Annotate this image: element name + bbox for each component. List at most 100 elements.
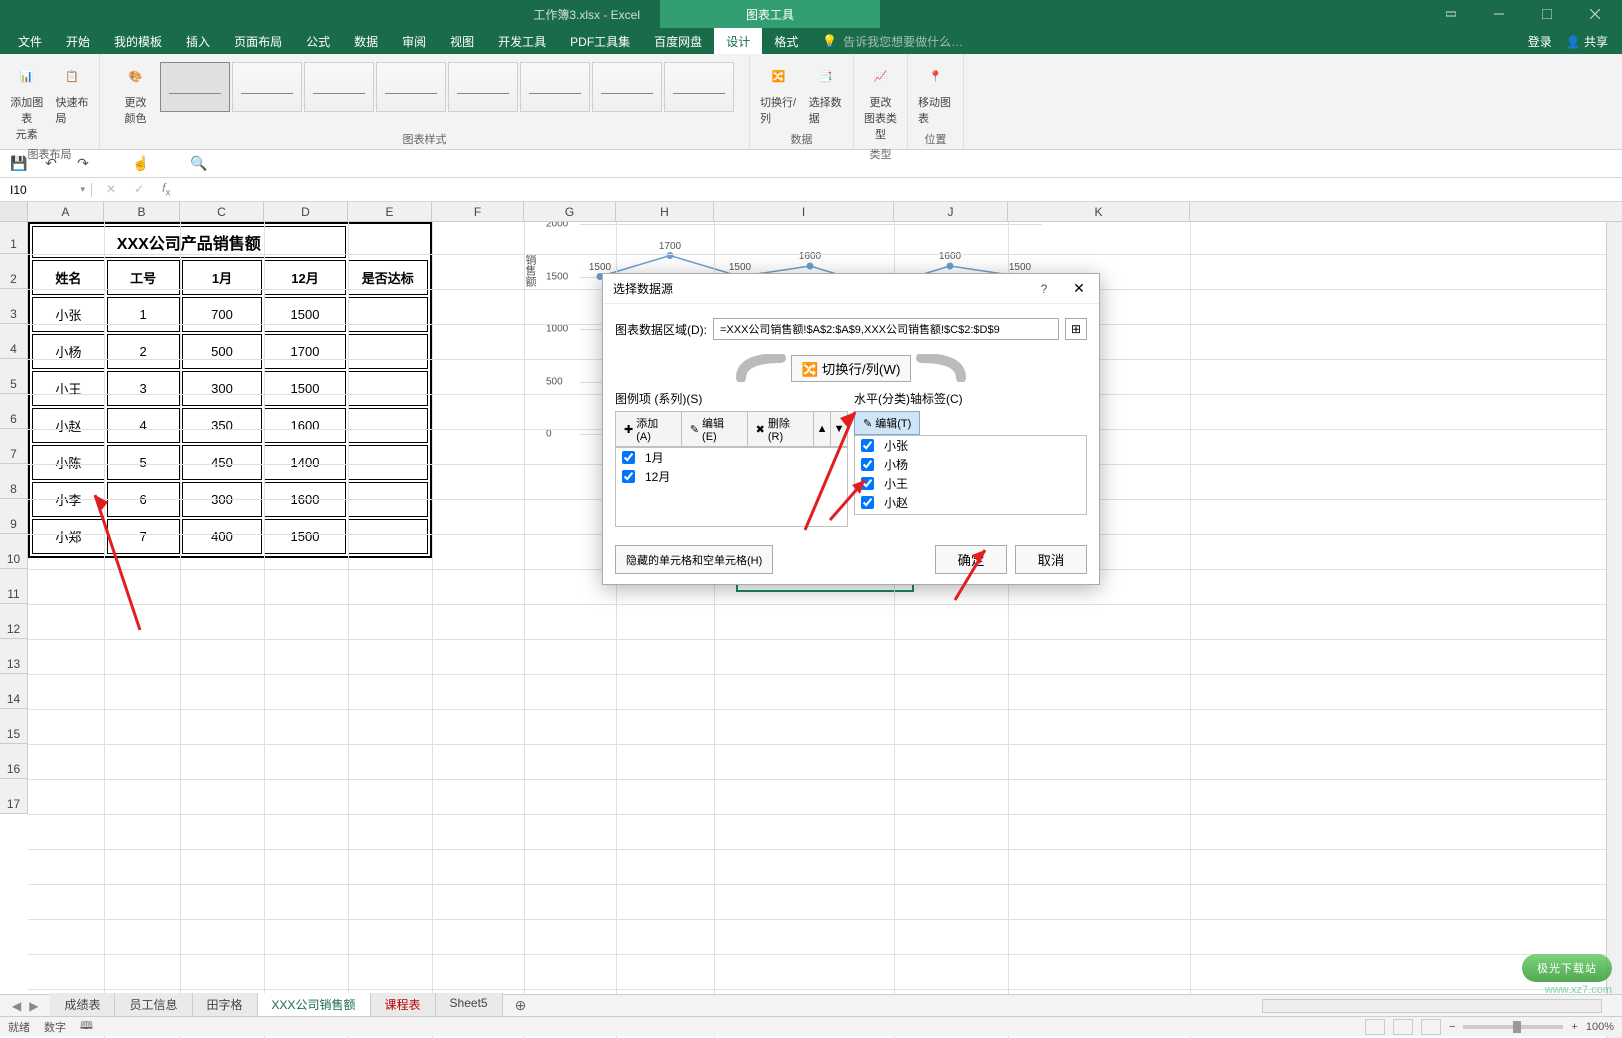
chart-style-thumb[interactable]	[448, 62, 518, 112]
chart-style-thumb[interactable]	[592, 62, 662, 112]
col-header[interactable]: C	[180, 202, 264, 221]
enter-formula-icon[interactable]: ✓	[134, 182, 144, 196]
page-layout-view-icon[interactable]	[1393, 1019, 1413, 1035]
col-header[interactable]: E	[348, 202, 432, 221]
row-header[interactable]: 12	[0, 604, 27, 639]
close-icon[interactable]	[1572, 0, 1618, 28]
ok-button[interactable]: 确定	[935, 545, 1007, 574]
category-item[interactable]: 小陈	[855, 512, 1086, 515]
tab-开始[interactable]: 开始	[54, 28, 102, 54]
tab-开发工具[interactable]: 开发工具	[486, 28, 558, 54]
checkbox[interactable]	[861, 496, 874, 509]
add-sheet-button[interactable]: ⊕	[503, 997, 539, 1014]
touch-mode-icon[interactable]: ☝	[128, 153, 154, 175]
series-item[interactable]: 12月	[616, 467, 847, 486]
col-header[interactable]: B	[104, 202, 180, 221]
collapse-range-icon[interactable]: ⊞	[1065, 318, 1087, 340]
name-box[interactable]: I10	[0, 183, 92, 197]
row-header[interactable]: 17	[0, 779, 27, 814]
col-header[interactable]: J	[894, 202, 1008, 221]
chart-style-thumb[interactable]	[232, 62, 302, 112]
checkbox[interactable]	[622, 470, 635, 483]
quick-layout-button[interactable]: 📋快速布局	[52, 58, 94, 128]
row-header[interactable]: 14	[0, 674, 27, 709]
tell-me[interactable]: 💡 告诉我您想要做什么…	[822, 33, 963, 50]
hidden-cells-button[interactable]: 隐藏的单元格和空单元格(H)	[615, 545, 773, 574]
row-header[interactable]: 11	[0, 569, 27, 604]
row-header[interactable]: 10	[0, 534, 27, 569]
checkbox[interactable]	[622, 451, 635, 464]
category-item[interactable]: 小杨	[855, 455, 1086, 474]
tab-设计[interactable]: 设计	[714, 28, 762, 54]
tab-PDF工具集[interactable]: PDF工具集	[558, 28, 642, 54]
tab-插入[interactable]: 插入	[174, 28, 222, 54]
tab-公式[interactable]: 公式	[294, 28, 342, 54]
row-header[interactable]: 4	[0, 324, 27, 359]
tab-审阅[interactable]: 审阅	[390, 28, 438, 54]
zoom-out-icon[interactable]: −	[1449, 1021, 1455, 1033]
category-list[interactable]: 小张小杨小王小赵小陈	[854, 435, 1087, 515]
chart-style-thumb[interactable]	[664, 62, 734, 112]
col-header[interactable]: K	[1008, 202, 1190, 221]
save-icon[interactable]: 💾	[6, 153, 32, 175]
print-preview-icon[interactable]: 🔍	[186, 153, 212, 175]
category-item[interactable]: 小赵	[855, 493, 1086, 512]
cancel-formula-icon[interactable]: ✕	[106, 182, 116, 196]
series-edit-button[interactable]: ✎ 编辑(E)	[681, 411, 748, 447]
chart-style-thumb[interactable]	[160, 62, 230, 112]
zoom-in-icon[interactable]: +	[1571, 1021, 1577, 1033]
dialog-help-icon[interactable]: ?	[1029, 282, 1059, 296]
row-header[interactable]: 9	[0, 499, 27, 534]
tab-file[interactable]: 文件	[6, 28, 54, 54]
sheet-tab[interactable]: XXX公司销售额	[258, 993, 371, 1018]
row-header[interactable]: 7	[0, 429, 27, 464]
vertical-scrollbar[interactable]	[1606, 222, 1622, 1038]
fx-icon[interactable]: fx	[162, 181, 170, 198]
row-header[interactable]: 2	[0, 254, 27, 289]
col-header[interactable]: D	[264, 202, 348, 221]
series-list[interactable]: 1月12月	[615, 447, 848, 527]
tab-我的模板[interactable]: 我的模板	[102, 28, 174, 54]
tab-格式[interactable]: 格式	[762, 28, 810, 54]
col-header[interactable]: G	[524, 202, 616, 221]
col-header[interactable]: I	[714, 202, 894, 221]
undo-icon[interactable]: ↶	[38, 153, 64, 175]
series-add-button[interactable]: ✚ 添加(A)	[615, 411, 682, 447]
switch-row-col-button[interactable]: 🔀 切换行/列(W)	[791, 355, 912, 382]
accessibility-icon[interactable]: 🕮	[80, 1017, 93, 1036]
col-header[interactable]: A	[28, 202, 104, 221]
category-item[interactable]: 小张	[855, 436, 1086, 455]
series-move-up-button[interactable]: ▲	[813, 411, 831, 447]
redo-icon[interactable]: ↷	[70, 153, 96, 175]
series-item[interactable]: 1月	[616, 448, 847, 467]
select-all-corner[interactable]	[0, 202, 28, 221]
chart-style-thumb[interactable]	[520, 62, 590, 112]
zoom-level[interactable]: 100%	[1586, 1021, 1614, 1033]
checkbox[interactable]	[861, 458, 874, 471]
sheet-tab[interactable]: 员工信息	[115, 993, 192, 1018]
sheet-nav-prev-icon[interactable]: ◀	[12, 999, 21, 1013]
checkbox[interactable]	[861, 439, 874, 452]
add-chart-element-button[interactable]: 📊添加图表 元素	[6, 58, 48, 144]
login-link[interactable]: 登录	[1528, 33, 1552, 50]
switch-row-col-button[interactable]: 🔀切换行/列	[756, 58, 801, 128]
sheet-tab[interactable]: 田字格	[193, 993, 258, 1018]
normal-view-icon[interactable]	[1365, 1019, 1385, 1035]
chart-style-thumb[interactable]	[376, 62, 446, 112]
chart-style-thumb[interactable]	[304, 62, 374, 112]
tab-百度网盘[interactable]: 百度网盘	[642, 28, 714, 54]
tab-视图[interactable]: 视图	[438, 28, 486, 54]
row-header[interactable]: 6	[0, 394, 27, 429]
sheet-nav-next-icon[interactable]: ▶	[29, 999, 38, 1013]
change-colors-button[interactable]: 🎨更改 颜色	[116, 58, 156, 128]
row-header[interactable]: 15	[0, 709, 27, 744]
row-header[interactable]: 1	[0, 222, 27, 254]
chart-range-input[interactable]	[713, 318, 1059, 340]
row-header[interactable]: 16	[0, 744, 27, 779]
sheet-tab[interactable]: 成绩表	[50, 993, 115, 1018]
series-move-down-button[interactable]: ▼	[830, 411, 848, 447]
column-headers[interactable]: ABCDEFGHIJK	[0, 202, 1622, 222]
category-edit-button[interactable]: ✎ 编辑(T)	[854, 411, 920, 435]
cancel-button[interactable]: 取消	[1015, 545, 1087, 574]
col-header[interactable]: F	[432, 202, 524, 221]
